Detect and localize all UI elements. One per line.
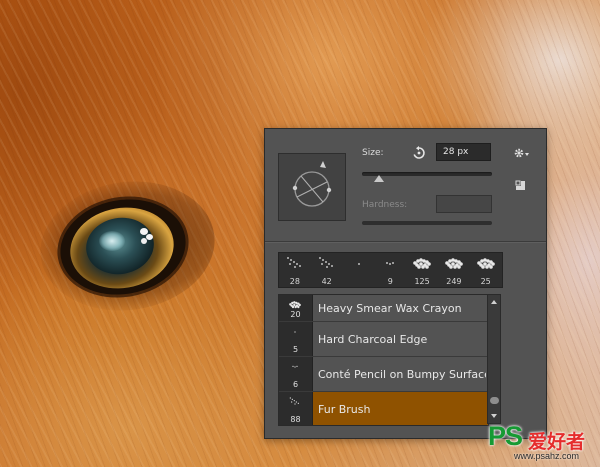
reset-size-icon[interactable] xyxy=(412,146,426,160)
recent-brushes-strip: 28 42 9 125 249 25 xyxy=(278,252,503,288)
section-divider xyxy=(265,241,546,243)
watermark-url: www.psahz.com xyxy=(514,451,580,461)
brush-angle-icon xyxy=(292,161,332,207)
brush-stroke-icon xyxy=(386,262,395,265)
hardness-slider-track[interactable] xyxy=(362,221,492,225)
eye-reflection xyxy=(99,231,125,251)
brush-preset-row[interactable]: 20 Heavy Smear Wax Crayon xyxy=(279,295,488,322)
brush-preset-size: 5 xyxy=(292,345,299,354)
recent-brush-size: 42 xyxy=(321,277,332,286)
scroll-down-arrow-icon[interactable] xyxy=(491,414,497,418)
brush-preset-thumbnail: 88 xyxy=(279,392,313,425)
eye-highlight xyxy=(146,234,153,240)
size-label: Size: xyxy=(362,148,384,158)
brush-stroke-icon xyxy=(294,331,296,333)
eye-highlight xyxy=(141,238,147,244)
brush-preset-size: 20 xyxy=(290,310,301,319)
brush-stroke-icon xyxy=(292,365,298,368)
recent-brush-swatch[interactable]: 25 xyxy=(470,253,502,287)
brush-preset-name: Conté Pencil on Bumpy Surface xyxy=(318,367,486,381)
recent-brush-swatch[interactable]: 28 xyxy=(279,253,311,287)
brush-stroke-icon xyxy=(476,258,495,269)
brush-angle-preview[interactable] xyxy=(278,153,346,221)
size-slider-thumb[interactable] xyxy=(373,175,384,182)
brush-preset-name: Fur Brush xyxy=(318,402,371,416)
hardness-input[interactable] xyxy=(436,195,492,213)
recent-brush-swatch[interactable]: 9 xyxy=(374,253,406,287)
brush-preset-thumbnail: 20 xyxy=(279,295,313,321)
brush-preset-row[interactable]: 88 Fur Brush xyxy=(279,392,488,425)
brush-preset-name: Heavy Smear Wax Crayon xyxy=(318,301,462,315)
recent-brush-swatch[interactable]: 42 xyxy=(311,253,343,287)
size-input[interactable]: 28 px xyxy=(436,143,491,161)
brush-stroke-icon xyxy=(287,257,301,268)
recent-brush-swatch[interactable] xyxy=(343,253,375,287)
hardness-label: Hardness: xyxy=(362,200,408,210)
site-watermark: PS 爱好者 www.psahz.com xyxy=(488,421,600,467)
brush-preset-name: Hard Charcoal Edge xyxy=(318,332,428,346)
scroll-up-arrow-icon[interactable] xyxy=(491,300,497,304)
scrollbar-thumb[interactable] xyxy=(490,397,499,404)
recent-brush-size: 9 xyxy=(387,277,393,286)
new-preset-icon[interactable] xyxy=(515,180,527,192)
watermark-logo-chinese: 爱好者 xyxy=(528,431,586,453)
brush-stroke-icon xyxy=(289,397,299,405)
recent-brush-size: 28 xyxy=(289,277,300,286)
watermark-logo: PS xyxy=(488,421,523,451)
recent-brush-size: 125 xyxy=(414,277,430,286)
brush-stroke-icon xyxy=(445,258,463,269)
brush-preset-size: 6 xyxy=(292,380,299,389)
recent-brush-swatch[interactable]: 125 xyxy=(406,253,438,287)
brush-stroke-icon xyxy=(357,263,360,265)
brush-preset-picker: Size: 28 px Hardness: 28 42 9 125 249 25 20 He… xyxy=(264,128,547,439)
gear-icon[interactable] xyxy=(513,146,531,160)
recent-brush-size: 25 xyxy=(480,277,491,286)
brush-preset-thumbnail: 6 xyxy=(279,357,313,391)
brush-stroke-icon xyxy=(413,258,431,269)
brush-preset-row[interactable]: 6 Conté Pencil on Bumpy Surface xyxy=(279,357,488,392)
preset-list-scrollbar[interactable] xyxy=(487,294,501,424)
recent-brush-size: 249 xyxy=(446,277,462,286)
brush-preset-row[interactable]: 5 Hard Charcoal Edge xyxy=(279,322,488,357)
recent-brush-swatch[interactable]: 249 xyxy=(438,253,470,287)
brush-stroke-icon xyxy=(318,257,333,268)
brush-preset-thumbnail: 5 xyxy=(279,322,313,356)
brush-preset-size: 88 xyxy=(290,415,301,424)
brush-preset-list: 20 Heavy Smear Wax Crayon 5 Hard Charcoal E… xyxy=(278,294,489,426)
